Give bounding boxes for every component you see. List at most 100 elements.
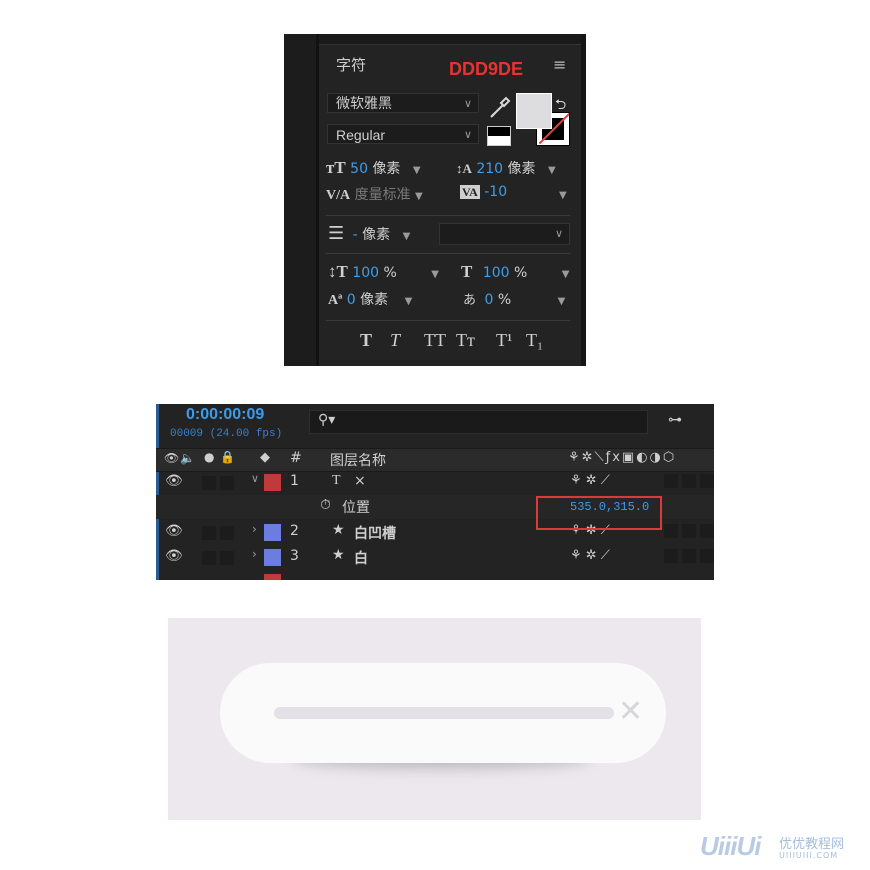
star-icon: ★: [332, 547, 345, 563]
layer-switches[interactable]: ⚘ ✲ ⟋: [570, 548, 610, 563]
vertical-scale-row[interactable]: ↕T 100 % ▼: [328, 262, 439, 282]
subscript-button[interactable]: T₁: [526, 330, 543, 351]
font-size-value[interactable]: 50: [350, 161, 368, 177]
horizontal-scale-row[interactable]: T 100 % ▼: [461, 262, 569, 282]
black-white-swatch[interactable]: [487, 126, 511, 146]
superscript-button[interactable]: T¹: [496, 330, 512, 351]
tsume-row[interactable]: あ 0 % ▼: [463, 289, 565, 308]
flowchart-icon[interactable]: ⊶: [668, 412, 682, 428]
font-family-value: 微软雅黑: [336, 96, 392, 112]
baseline-shift-row[interactable]: Aª 0 像素 ▼: [328, 289, 412, 309]
track-cell: [664, 524, 678, 538]
tracking-arrow[interactable]: ▼: [559, 186, 567, 202]
dropdown-arrow-icon[interactable]: ▼: [548, 165, 556, 176]
kerning-icon: V/A: [326, 188, 351, 203]
lock-cell[interactable]: [220, 476, 234, 490]
dropdown-arrow-icon[interactable]: ▼: [558, 296, 566, 307]
watermark-logo: UiiiUi: [700, 831, 761, 861]
switches-header-icons: ⚘✲⟍ƒx▣◐◑⬡: [568, 450, 677, 465]
layer-label-color[interactable]: [264, 549, 281, 566]
lock-cell[interactable]: [220, 526, 234, 540]
tracking-row[interactable]: VA -10: [460, 184, 507, 200]
leading-unit: 像素: [507, 161, 536, 177]
text-layer-icon: T: [332, 473, 341, 488]
faux-bold-button[interactable]: T: [360, 330, 372, 351]
dropdown-arrow-icon[interactable]: ▼: [431, 269, 439, 280]
faux-italic-button[interactable]: T: [390, 330, 400, 351]
chevron-right-icon[interactable]: ›: [252, 522, 257, 536]
tsume-value[interactable]: 0: [484, 292, 493, 308]
stroke-width-row[interactable]: ☰ - 像素 ▼: [328, 223, 410, 244]
baseline-shift-value[interactable]: 0: [347, 292, 356, 308]
track-cell: [700, 549, 714, 563]
chevron-down-icon: ∨: [463, 97, 472, 110]
number-header: #: [290, 450, 302, 466]
baseline-shift-unit: 像素: [360, 292, 389, 308]
all-caps-button[interactable]: TT: [424, 330, 446, 351]
layer-name[interactable]: 白: [354, 548, 368, 568]
frames-fps: 00009 (24.00 fps): [170, 428, 283, 440]
hex-annotation: DDD9DE: [449, 59, 524, 79]
leading-value[interactable]: 210: [476, 161, 503, 177]
lock-cell[interactable]: [220, 551, 234, 565]
tracking-icon: VA: [460, 185, 480, 199]
layer-row-1[interactable]: 👁 ∨ 1 T × ⚘ ✲ ⟋: [156, 471, 714, 495]
font-size-unit: 像素: [372, 161, 401, 177]
horizontal-scale-value[interactable]: 100: [483, 265, 510, 281]
stopwatch-icon[interactable]: ⏱: [320, 497, 331, 513]
dropdown-arrow-icon[interactable]: ▼: [403, 231, 411, 242]
swap-colors-icon[interactable]: ⮌: [555, 94, 566, 118]
font-style-select[interactable]: Regular ∨: [327, 124, 479, 144]
layer-search-input[interactable]: ⚲▾: [309, 410, 648, 434]
timecode[interactable]: 0:00:00:09: [186, 406, 264, 424]
baseline-shift-icon: Aª: [328, 293, 343, 308]
dropdown-arrow-icon[interactable]: ▼: [562, 269, 570, 280]
layer-row-3[interactable]: 👁 › 3 ★ 白 ⚘ ✲ ⟋: [156, 546, 714, 570]
solo-cell[interactable]: [202, 476, 216, 490]
layer-label-color[interactable]: [264, 474, 281, 491]
dropdown-arrow-icon[interactable]: ▼: [405, 296, 413, 307]
track-cell: [682, 474, 696, 488]
font-size-icon: ᴛT: [326, 158, 346, 177]
font-family-select[interactable]: 微软雅黑 ∨: [327, 93, 479, 113]
chevron-right-icon[interactable]: ›: [252, 547, 257, 561]
eyedropper-icon[interactable]: [488, 94, 512, 120]
solo-cell[interactable]: [202, 526, 216, 540]
layer-switches[interactable]: ⚘ ✲ ⟋: [570, 473, 610, 488]
solo-cell[interactable]: [202, 551, 216, 565]
panel-left-strip: [284, 34, 319, 366]
dropdown-arrow-icon[interactable]: ▼: [415, 191, 423, 202]
kerning-value[interactable]: 度量标准: [355, 187, 411, 203]
eye-icon[interactable]: 👁: [165, 548, 183, 564]
lock-header-icon: 🔒: [220, 450, 235, 464]
hamburger-icon[interactable]: ≡: [553, 55, 566, 74]
character-panel: 字符 DDD9DE ≡ 微软雅黑 ∨ Regular ∨ ⮌ ᴛT 50 像素 …: [284, 34, 586, 366]
dropdown-arrow-icon[interactable]: ▼: [559, 190, 567, 201]
stroke-width-value[interactable]: -: [353, 227, 358, 243]
kerning-row[interactable]: V/A 度量标准 ▼: [326, 184, 423, 204]
dropdown-arrow-icon[interactable]: ▼: [413, 165, 421, 176]
vertical-scale-value[interactable]: 100: [352, 265, 379, 281]
search-icon: ⚲▾: [318, 412, 336, 428]
eye-icon[interactable]: 👁: [165, 523, 183, 539]
layer-name[interactable]: 白凹槽: [354, 523, 396, 543]
layer-name[interactable]: ×: [354, 473, 366, 489]
chevron-down-icon[interactable]: ∨: [251, 472, 259, 485]
solo-header-icon: ●: [204, 450, 215, 464]
stroke-style-select[interactable]: ∨: [439, 223, 570, 245]
layer-header-row: 👁 🔈 ● 🔒 ◆ # 图层名称 ⚘✲⟍ƒx▣◐◑⬡: [156, 448, 714, 472]
stroke-width-unit: 像素: [362, 227, 391, 243]
layer-label-color[interactable]: [264, 524, 281, 541]
leading-row[interactable]: ↕A 210 像素 ▼: [456, 158, 556, 178]
track-cell: [664, 474, 678, 488]
vertical-scale-unit: %: [383, 265, 397, 281]
eye-icon[interactable]: 👁: [165, 473, 183, 489]
small-caps-button[interactable]: Tт: [456, 330, 475, 351]
tracking-value[interactable]: -10: [484, 184, 507, 200]
layer-row-4-partial: [156, 571, 714, 580]
fill-color-swatch[interactable]: [516, 93, 552, 129]
layer-index: 3: [290, 548, 299, 564]
font-size-row[interactable]: ᴛT 50 像素 ▼: [326, 158, 421, 178]
panel-right-strip: [581, 34, 586, 366]
layer-name-header[interactable]: 图层名称: [330, 450, 386, 470]
